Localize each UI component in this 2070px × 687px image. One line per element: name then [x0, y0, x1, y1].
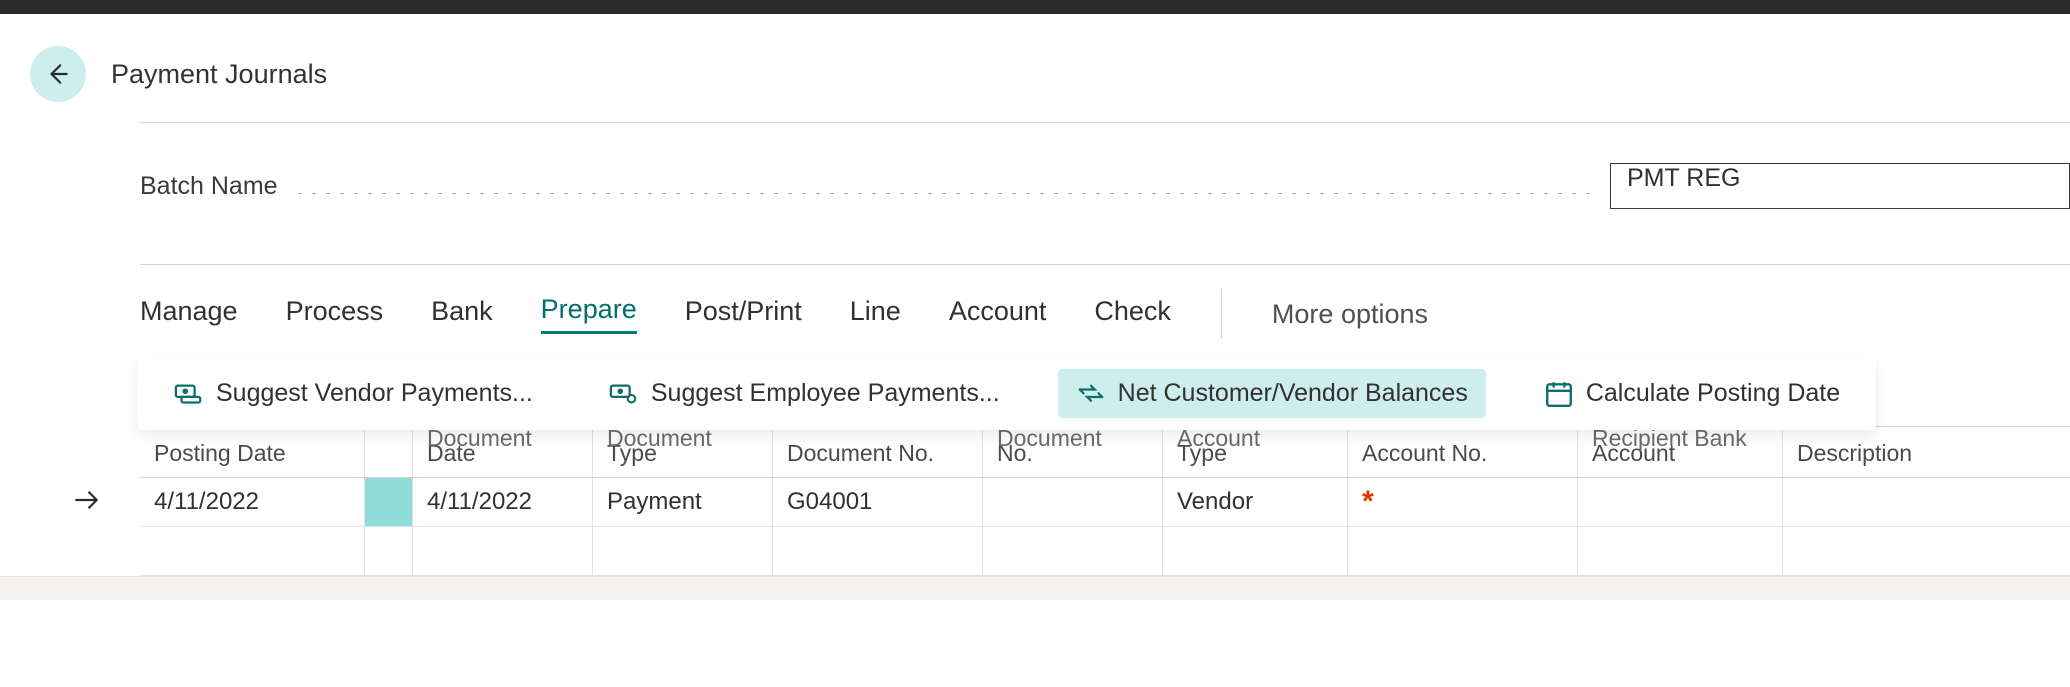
net-customer-vendor-balances-button[interactable]: Net Customer/Vendor Balances — [1058, 369, 1486, 418]
col-account-no[interactable]: Account No. — [1348, 427, 1578, 477]
cell-account-no[interactable]: * — [1348, 478, 1578, 526]
batch-name-input[interactable]: PMT REG — [1610, 163, 2070, 209]
tab-process[interactable]: Process — [286, 296, 384, 333]
row-selection-indicator[interactable] — [365, 478, 413, 526]
cell-description[interactable] — [1783, 478, 2070, 526]
col-account-no-label: Account No. — [1362, 440, 1487, 467]
grid-footer-area — [0, 576, 2070, 600]
cell-description[interactable] — [1783, 527, 2070, 575]
table-row[interactable]: 4/11/2022 4/11/2022 Payment G04001 Vendo… — [140, 478, 2070, 527]
col-row-indicator — [365, 427, 413, 477]
cell-external-document-no[interactable] — [983, 478, 1163, 526]
col-account-type[interactable]: Account Type — [1163, 427, 1348, 477]
cell-document-no[interactable]: G04001 — [773, 478, 983, 526]
calculate-posting-date-button[interactable]: Calculate Posting Date — [1526, 369, 1858, 418]
cell-account-type[interactable]: Vendor — [1163, 478, 1348, 526]
row-gutter — [0, 527, 140, 576]
money-stack-icon — [174, 380, 204, 408]
net-balances-label: Net Customer/Vendor Balances — [1118, 379, 1468, 408]
cell-account-no[interactable] — [1348, 527, 1578, 575]
col-posting-date-label: Posting Date — [154, 440, 286, 467]
tab-manage[interactable]: Manage — [140, 296, 238, 333]
prepare-toolbar: Suggest Vendor Payments... Suggest Emplo… — [138, 357, 1876, 430]
col-external-document-no[interactable]: Document No. — [983, 427, 1163, 477]
cell-posting-date[interactable]: 4/11/2022 — [140, 478, 365, 526]
row-gutter — [0, 426, 140, 478]
col-document-no-label: Document No. — [787, 440, 934, 467]
tab-bank[interactable]: Bank — [431, 296, 493, 333]
cell-document-type[interactable] — [593, 527, 773, 575]
cell-document-date[interactable] — [413, 527, 593, 575]
cell-account-type[interactable] — [1163, 527, 1348, 575]
col-description-label: Description — [1797, 440, 1912, 467]
grid-header-row: Posting Date Document Date Document Type… — [140, 426, 2070, 478]
suggest-employee-payments-button[interactable]: Suggest Employee Payments... — [591, 369, 1018, 418]
col-document-no[interactable]: Document No. — [773, 427, 983, 477]
batch-name-field: Batch Name PMT REG — [140, 163, 2070, 209]
cell-recipient-bank-account[interactable] — [1578, 478, 1783, 526]
page-title: Payment Journals — [111, 59, 327, 90]
tab-divider — [1221, 289, 1222, 339]
suggest-employee-label: Suggest Employee Payments... — [651, 379, 1000, 408]
current-row-arrow-icon — [74, 489, 100, 516]
required-asterisk-icon: * — [1362, 485, 1374, 519]
arrow-left-icon — [45, 61, 71, 87]
cell-external-document-no[interactable] — [983, 527, 1163, 575]
app-top-bar — [0, 0, 2070, 14]
cell-document-type[interactable]: Payment — [593, 478, 773, 526]
tab-prepare[interactable]: Prepare — [541, 294, 637, 334]
row-selection-indicator[interactable] — [365, 527, 413, 575]
col-document-date[interactable]: Document Date — [413, 427, 593, 477]
tab-line[interactable]: Line — [850, 296, 901, 333]
transfer-icon — [1076, 380, 1106, 408]
tab-account[interactable]: Account — [949, 296, 1047, 333]
tab-check[interactable]: Check — [1094, 296, 1171, 333]
action-tabs: Manage Process Bank Prepare Post/Print L… — [140, 264, 2070, 339]
col-document-type[interactable]: Document Type — [593, 427, 773, 477]
batch-name-label: Batch Name — [140, 172, 278, 201]
col-recipient-bank-account[interactable]: Recipient Bank Account — [1578, 427, 1783, 477]
journal-grid: Posting Date Document Date Document Type… — [0, 426, 2070, 600]
calendar-icon — [1544, 380, 1574, 408]
cell-document-date[interactable]: 4/11/2022 — [413, 478, 593, 526]
cell-posting-date[interactable] — [140, 527, 365, 575]
dotted-leader — [292, 193, 1596, 194]
cell-document-no[interactable] — [773, 527, 983, 575]
divider — [140, 122, 2070, 123]
row-gutter — [0, 478, 140, 527]
col-description[interactable]: Description — [1783, 427, 2070, 477]
back-button[interactable] — [30, 46, 86, 102]
suggest-vendor-label: Suggest Vendor Payments... — [216, 379, 533, 408]
calc-posting-label: Calculate Posting Date — [1586, 379, 1840, 408]
cell-recipient-bank-account[interactable] — [1578, 527, 1783, 575]
table-row[interactable] — [140, 527, 2070, 576]
suggest-vendor-payments-button[interactable]: Suggest Vendor Payments... — [156, 369, 551, 418]
tab-post-print[interactable]: Post/Print — [685, 296, 802, 333]
more-options[interactable]: More options — [1272, 299, 1428, 330]
money-people-icon — [609, 380, 639, 408]
col-posting-date[interactable]: Posting Date — [140, 427, 365, 477]
